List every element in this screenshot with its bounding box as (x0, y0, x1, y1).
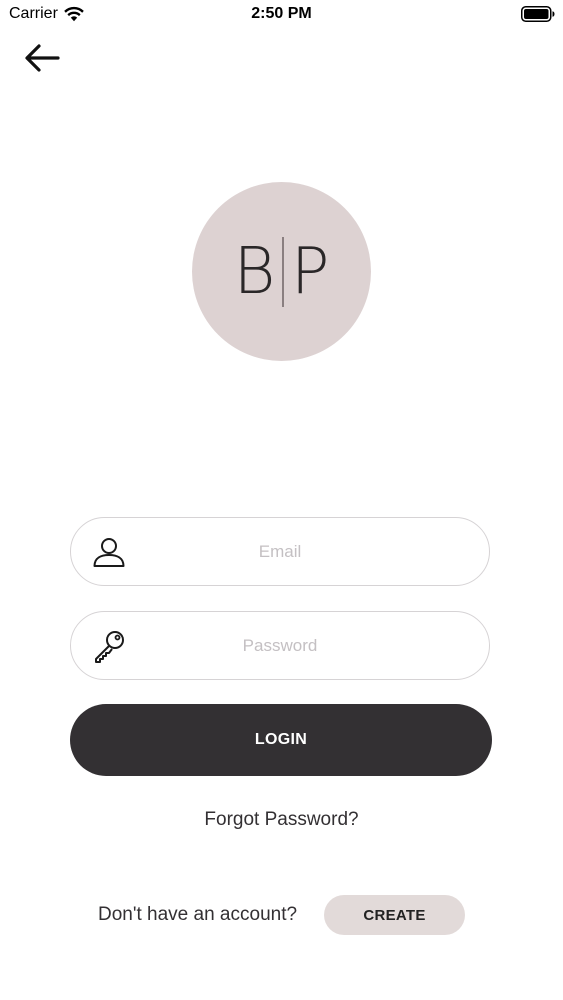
signup-footer: Don't have an account? CREATE (0, 895, 563, 935)
back-button[interactable] (22, 40, 66, 76)
status-time: 2:50 PM (251, 5, 312, 22)
status-bar: Carrier 2:50 PM (0, 0, 563, 30)
create-account-button[interactable]: CREATE (324, 895, 465, 935)
logo-letter-right: P (290, 234, 330, 309)
password-input[interactable] (131, 612, 429, 680)
logo-letter-left: B (233, 234, 276, 309)
user-icon (91, 535, 127, 571)
brand-logo: B P (192, 182, 371, 361)
arrow-left-icon (25, 44, 60, 72)
key-icon (91, 629, 127, 665)
no-account-label: Don't have an account? (98, 904, 298, 925)
login-button[interactable]: LOGIN (70, 704, 492, 776)
email-field[interactable] (70, 517, 490, 586)
logo-divider (282, 236, 284, 307)
battery-icon (521, 6, 555, 22)
forgot-password-link[interactable]: Forgot Password? (0, 808, 563, 832)
password-field[interactable] (70, 611, 490, 680)
email-input[interactable] (131, 518, 429, 586)
